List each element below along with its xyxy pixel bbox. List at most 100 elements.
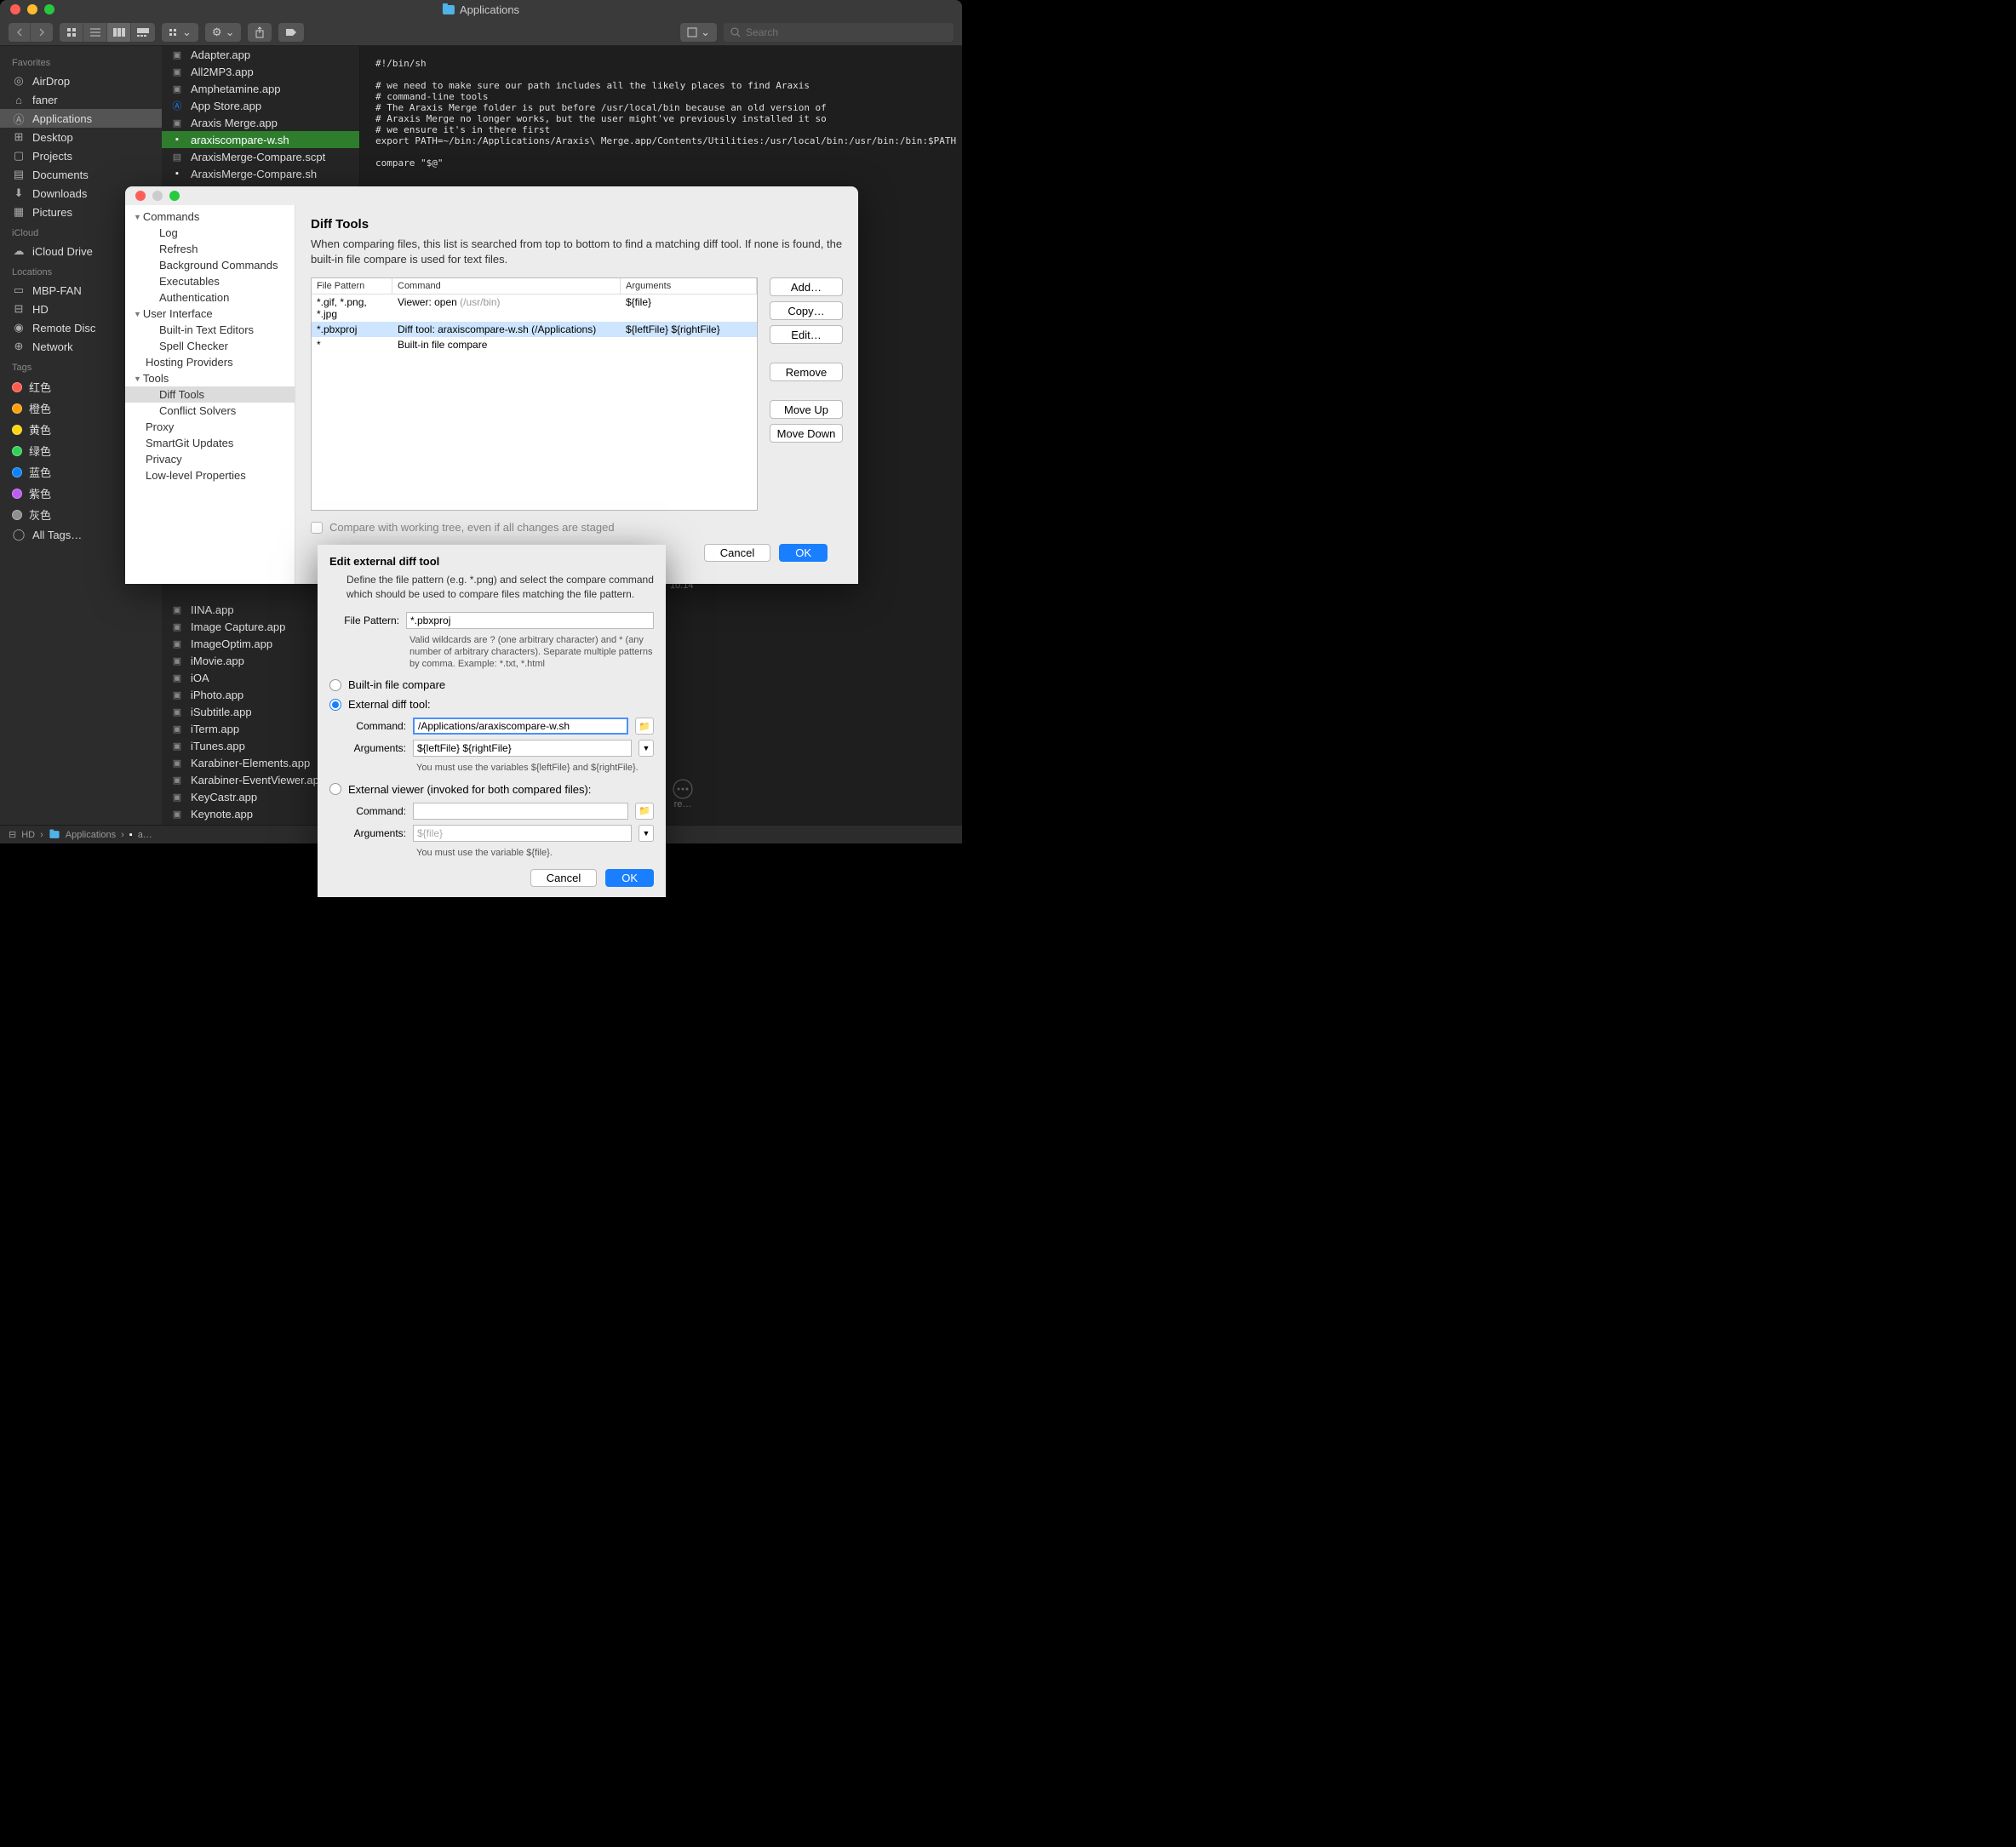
- share-button[interactable]: [248, 23, 272, 42]
- chevron-down-icon: ⌄: [701, 26, 710, 39]
- ok-button[interactable]: OK: [605, 869, 654, 887]
- cancel-button[interactable]: Cancel: [704, 544, 770, 562]
- file-name: iTerm.app: [191, 723, 239, 735]
- maximize-button[interactable]: [44, 4, 54, 14]
- search-box[interactable]: [724, 23, 954, 42]
- radio-builtin[interactable]: Built-in file compare: [329, 678, 654, 691]
- sidebar-item-airdrop[interactable]: ◎AirDrop: [0, 71, 162, 90]
- close-button[interactable]: [135, 191, 146, 201]
- path-folder[interactable]: Applications: [66, 830, 116, 840]
- arrange-button[interactable]: ⌄: [162, 23, 198, 42]
- forward-button[interactable]: [31, 23, 53, 42]
- page-title: Diff Tools: [311, 217, 843, 232]
- back-button[interactable]: [9, 23, 31, 42]
- remove-button[interactable]: Remove: [770, 363, 843, 381]
- file-row[interactable]: ▣All2MP3.app: [162, 63, 359, 80]
- folder-icon: 📁: [639, 805, 650, 816]
- sidebar-item-applications[interactable]: ⒶApplications: [0, 109, 162, 128]
- sidebar-item-desktop[interactable]: ⊞Desktop: [0, 128, 162, 146]
- file-row[interactable]: ▣Amphetamine.app: [162, 80, 359, 97]
- file-pattern-input[interactable]: [406, 612, 654, 629]
- col-file-pattern[interactable]: File Pattern: [312, 278, 392, 294]
- copy-button[interactable]: Copy…: [770, 301, 843, 320]
- file-row[interactable]: ▪AraxisMerge-Compare.sh: [162, 165, 359, 182]
- add-button[interactable]: Add…: [770, 277, 843, 296]
- file-row[interactable]: ▤AraxisMerge-Compare.scpt: [162, 148, 359, 165]
- action-button[interactable]: ⚙⌄: [205, 23, 242, 42]
- sidebar-item[interactable]: Spell Checker: [125, 338, 295, 354]
- apps-icon: Ⓐ: [12, 112, 26, 125]
- view-mode-buttons: [60, 23, 155, 42]
- search-input[interactable]: [746, 26, 947, 38]
- browse-button[interactable]: 📁: [635, 718, 654, 735]
- radio-button[interactable]: [329, 783, 341, 795]
- col-command[interactable]: Command: [392, 278, 621, 294]
- arguments-input[interactable]: [413, 740, 632, 757]
- sidebar-item[interactable]: Proxy: [125, 419, 295, 435]
- command-input[interactable]: [413, 718, 628, 735]
- file-row[interactable]: ▪araxiscompare-w.sh: [162, 131, 359, 148]
- table-row[interactable]: *Built-in file compare: [312, 337, 757, 352]
- sidebar-item[interactable]: Diff Tools: [125, 386, 295, 403]
- maximize-button[interactable]: [169, 191, 180, 201]
- tags-button[interactable]: [278, 23, 304, 42]
- ok-button[interactable]: OK: [779, 544, 828, 562]
- column-view-button[interactable]: [107, 23, 131, 42]
- radio-external-viewer[interactable]: External viewer (invoked for both compar…: [329, 783, 654, 796]
- cloud-icon: ☁: [12, 244, 26, 258]
- dropdown-button[interactable]: ▼: [639, 740, 654, 757]
- dropdown-button[interactable]: ▼: [639, 825, 654, 842]
- sidebar-item[interactable]: Hosting Providers: [125, 354, 295, 370]
- sidebar-group[interactable]: User Interface: [125, 306, 295, 322]
- file-name: iPhoto.app: [191, 689, 243, 701]
- file-name: AraxisMerge-Compare.sh: [191, 168, 317, 180]
- cancel-button[interactable]: Cancel: [530, 869, 597, 887]
- desktop-icon: ⊞: [12, 130, 26, 144]
- radio-external-diff[interactable]: External diff tool:: [329, 698, 654, 711]
- sidebar-item[interactable]: Privacy: [125, 451, 295, 467]
- file-name: ImageOptim.app: [191, 638, 272, 650]
- file-row[interactable]: ▣Araxis Merge.app: [162, 114, 359, 131]
- move-down-button[interactable]: Move Down: [770, 424, 843, 443]
- move-up-button[interactable]: Move Up: [770, 400, 843, 419]
- sidebar-group-tools[interactable]: Tools: [125, 370, 295, 386]
- cell-args: ${file}: [621, 295, 757, 321]
- sidebar-item-documents[interactable]: ▤Documents: [0, 165, 162, 184]
- sidebar-item[interactable]: Log: [125, 225, 295, 241]
- sidebar-item[interactable]: Low-level Properties: [125, 467, 295, 483]
- table-row[interactable]: *.pbxprojDiff tool: araxiscompare-w.sh (…: [312, 322, 757, 337]
- close-button[interactable]: [10, 4, 20, 14]
- path-file[interactable]: a…: [138, 830, 152, 840]
- file-row[interactable]: ⒶApp Store.app: [162, 97, 359, 114]
- sidebar-item[interactable]: Executables: [125, 273, 295, 289]
- dropbox-button[interactable]: ⌄: [680, 23, 717, 42]
- col-arguments[interactable]: Arguments: [621, 278, 757, 294]
- gallery-view-button[interactable]: [131, 23, 155, 42]
- radio-button[interactable]: [329, 699, 341, 711]
- checkbox[interactable]: [311, 522, 323, 534]
- more-button[interactable]: re…: [673, 779, 693, 809]
- minimize-button[interactable]: [27, 4, 37, 14]
- viewer-command-input[interactable]: [413, 803, 628, 820]
- compare-checkbox-row[interactable]: Compare with working tree, even if all c…: [311, 521, 843, 534]
- browse-button[interactable]: 📁: [635, 803, 654, 820]
- sidebar-item-faner[interactable]: ⌂faner: [0, 90, 162, 109]
- sidebar-item[interactable]: Authentication: [125, 289, 295, 306]
- radio-label: Built-in file compare: [348, 678, 445, 691]
- sidebar-item[interactable]: Refresh: [125, 241, 295, 257]
- viewer-args-input[interactable]: [413, 825, 632, 842]
- sidebar-item[interactable]: SmartGit Updates: [125, 435, 295, 451]
- list-view-button[interactable]: [83, 23, 107, 42]
- sidebar-item[interactable]: Conflict Solvers: [125, 403, 295, 419]
- path-disk[interactable]: HD: [21, 830, 35, 840]
- table-row[interactable]: *.gif, *.png, *.jpgViewer: open (/usr/bi…: [312, 294, 757, 322]
- file-row[interactable]: ▣Adapter.app: [162, 46, 359, 63]
- sidebar-item[interactable]: Built-in Text Editors: [125, 322, 295, 338]
- icon-view-button[interactable]: [60, 23, 83, 42]
- edit-button[interactable]: Edit…: [770, 325, 843, 344]
- sidebar-group[interactable]: Commands: [125, 209, 295, 225]
- radio-button[interactable]: [329, 679, 341, 691]
- cell-pattern: *.pbxproj: [312, 323, 392, 336]
- sidebar-item-projects[interactable]: ▢Projects: [0, 146, 162, 165]
- sidebar-item[interactable]: Background Commands: [125, 257, 295, 273]
